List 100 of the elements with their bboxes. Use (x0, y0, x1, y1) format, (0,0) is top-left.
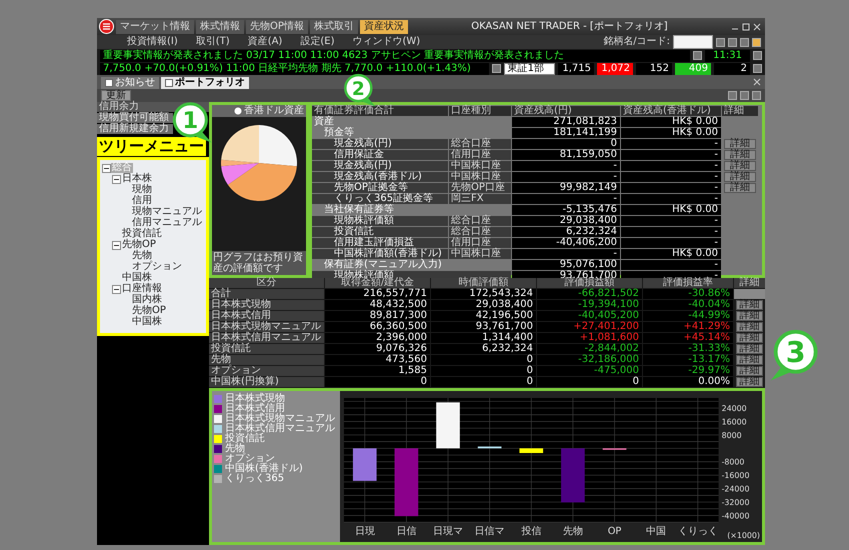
hkd-balance: - (621, 172, 721, 182)
yen-balance: 181,141,199 (512, 128, 620, 138)
column-header: 詳細 (722, 106, 758, 116)
menu-item[interactable]: ウィンドウ(W) (352, 37, 420, 47)
menu-tab[interactable]: 株式情報 (196, 20, 244, 34)
legend-label: 中国株(香港ドル) (225, 464, 303, 474)
menu-tab[interactable]: 株式取引 (310, 20, 358, 34)
legend-label: 先物 (225, 444, 245, 454)
menu-tab[interactable]: 先物OP情報 (246, 20, 308, 34)
value-cell: 0 (431, 355, 536, 365)
x-axis-label: 日信マ (474, 526, 505, 538)
row-label: 中国株(円換算) (209, 377, 324, 387)
pie-caption: 円グラフはお預り資産の評価額です (212, 251, 306, 275)
column-header: 口座種別 (449, 106, 511, 116)
detail-button[interactable]: 詳細 (724, 183, 756, 193)
menu-item[interactable]: 取引(T) (196, 37, 230, 47)
column-header: 資産残高(円) (512, 106, 620, 116)
menu-tab[interactable]: 資産状況 (360, 20, 408, 34)
yen-balance: 0 (512, 139, 620, 149)
document-tab[interactable]: ポートフォリオ (161, 77, 249, 89)
annotation-label: ツリーメニュー (97, 137, 206, 156)
row-label: 日本株式現物マニュアル (209, 322, 324, 332)
cost-cell: 473,560 (325, 355, 430, 365)
detail-button[interactable]: 詳細 (736, 377, 763, 387)
search-label: 銘柄名/コード: (603, 37, 670, 47)
detail-button[interactable]: 詳細 (736, 333, 763, 343)
close-icon[interactable] (753, 22, 761, 30)
tree-item[interactable]: 日本株 (121, 174, 153, 184)
menu-item[interactable]: 資産(A) (248, 37, 282, 47)
profit-loss-rate-cell: -31.33% (643, 344, 733, 354)
refresh-button[interactable]: 更新 (101, 90, 131, 101)
profit-loss-cell: +27,401,200 (537, 322, 642, 332)
row-label: 中国株評価額(香港ドル) (312, 249, 448, 259)
menu-item[interactable]: 設定(E) (300, 37, 334, 47)
tree-item[interactable]: 中国株 (131, 317, 163, 327)
tree-item[interactable]: オプション (131, 262, 183, 272)
bar (561, 448, 585, 502)
market-dropdown[interactable]: 東証1部 (504, 62, 555, 74)
hkd-balance: - (621, 216, 721, 226)
radio-icon[interactable] (234, 107, 242, 115)
row-label: 現金残高(香港ドル) (312, 172, 448, 182)
value-cell: 6,232,324 (431, 344, 536, 354)
menu-item[interactable]: 投資情報(I) (127, 37, 178, 47)
detail-button[interactable]: 詳細 (724, 172, 756, 182)
hkd-balance: HK$ 0.00 (621, 128, 721, 138)
row-label: 投資信託 (209, 344, 324, 354)
market-count: 409 (675, 62, 711, 74)
value-cell: 0 (431, 366, 536, 376)
cost-cell: 66,360,500 (325, 322, 430, 332)
tree-item[interactable]: 現物マニュアル (131, 207, 203, 217)
tree-item[interactable]: 国内株 (131, 295, 163, 305)
close-icon[interactable] (753, 78, 761, 86)
hkd-balance: - (621, 260, 721, 270)
tree-item[interactable]: 信用マニュアル (131, 218, 203, 228)
profit-loss-cell: +1,081,600 (537, 333, 642, 343)
tree-item[interactable]: 口座情報 (121, 284, 163, 294)
menu-tab[interactable]: マーケット情報 (116, 20, 194, 34)
tree-item[interactable]: 現物 (131, 185, 153, 195)
detail-button[interactable]: 詳細 (736, 300, 763, 310)
detail-button[interactable]: 詳細 (736, 344, 763, 354)
tree-item[interactable]: 先物OP (131, 306, 167, 316)
detail-button[interactable]: 詳細 (736, 311, 763, 321)
news-ticker: 重要事実情報が発表されました 03/17 11:00 11:00 4623 アサヒペン 重要事実情報が発表されました (100, 50, 690, 62)
collapse-icon[interactable] (112, 174, 121, 184)
value-cell: 93,761,700 (431, 322, 536, 332)
detail-button[interactable]: 詳細 (736, 322, 763, 332)
tree-item[interactable]: 先物 (131, 251, 153, 261)
collapse-icon[interactable] (102, 164, 111, 172)
detail-button[interactable]: 詳細 (736, 355, 763, 365)
tree-item[interactable]: 投資信託 (121, 229, 163, 239)
row-label: 信用建玉評価損益 (312, 238, 448, 248)
y-tick-label: -32000 (722, 498, 750, 508)
maximize-icon[interactable] (742, 22, 750, 30)
tree-item[interactable]: 中国株 (121, 273, 153, 283)
ticker-icon[interactable] (492, 64, 501, 73)
collapse-icon[interactable] (112, 240, 121, 250)
detail-button[interactable]: 詳細 (736, 366, 763, 376)
detail-button[interactable]: 詳細 (724, 161, 756, 171)
row-label: くりっく365証拠金等 (312, 194, 448, 204)
value-cell: 1,314,400 (431, 333, 536, 343)
bar (394, 448, 418, 516)
cost-cell: 89,817,300 (325, 311, 430, 321)
ticker-time: 11:31 (705, 50, 750, 62)
tree-item[interactable]: 信用 (131, 196, 153, 206)
document-tab[interactable]: お知らせ (101, 77, 159, 89)
detail-button[interactable]: 詳細 (724, 150, 756, 160)
collapse-icon[interactable] (112, 284, 121, 294)
tree-item[interactable]: 先物OP (121, 240, 157, 250)
yen-balance: 29,038,400 (512, 216, 620, 226)
yen-balance: - (512, 194, 620, 204)
ticker-icon[interactable] (693, 51, 702, 60)
detail-button[interactable]: 詳細 (724, 139, 756, 149)
account-type: 総合口座 (449, 216, 511, 226)
market-count: 1,715 (558, 62, 594, 74)
row-label: 信用新規建余力 (97, 124, 173, 134)
legend-label: 日本株式現物マニュアル (225, 414, 335, 424)
yen-balance: 6,232,324 (512, 227, 620, 237)
window-title: OKASAN NET TRADER - [ポートフォリオ] (470, 22, 669, 32)
hkd-balance: HK$ 0.00 (621, 117, 721, 127)
search-field[interactable] (673, 35, 713, 49)
